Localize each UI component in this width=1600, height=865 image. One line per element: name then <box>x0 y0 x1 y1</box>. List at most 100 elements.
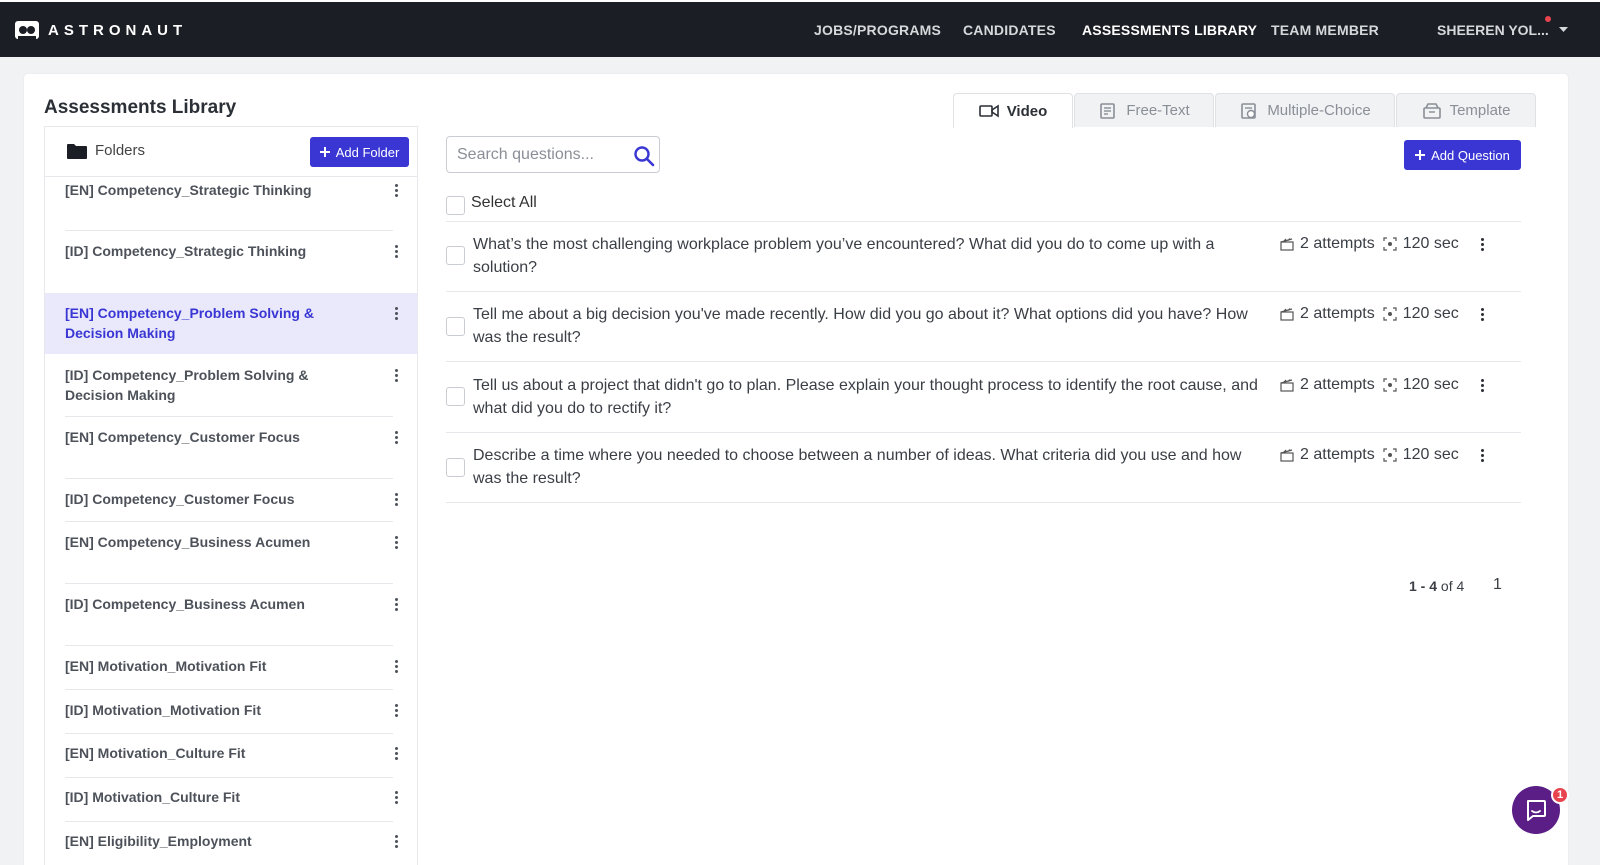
chat-unread-badge: 1 <box>1551 786 1569 804</box>
folder-item-selected[interactable]: [EN] Competency_Problem Solving & Decisi… <box>45 293 417 354</box>
kebab-menu-icon[interactable] <box>388 787 404 807</box>
attempts-icon <box>1280 238 1294 251</box>
question-text[interactable]: Tell me about a big decision you've made… <box>473 303 1273 349</box>
folders-label: Folders <box>67 142 145 159</box>
folder-name: [EN] Competency_Business Acumen <box>65 534 311 550</box>
kebab-menu-icon[interactable] <box>388 303 404 323</box>
search-box <box>446 136 660 173</box>
question-checkbox[interactable] <box>446 317 465 336</box>
brand-logo[interactable]: ASTRONAUT <box>14 19 187 41</box>
brand-name: ASTRONAUT <box>48 21 188 39</box>
folder-name: [EN] Motivation_Motivation Fit <box>65 658 267 674</box>
tab-template[interactable]: Template <box>1396 93 1536 127</box>
multiple-choice-icon <box>1241 102 1257 119</box>
question-checkbox[interactable] <box>446 246 465 265</box>
tab-multiple-choice[interactable]: Multiple-Choice <box>1215 93 1395 127</box>
kebab-menu-icon[interactable] <box>1476 446 1488 464</box>
add-question-button[interactable]: Add Question <box>1404 140 1521 170</box>
question-text[interactable]: What’s the most challenging workplace pr… <box>473 233 1273 279</box>
kebab-menu-icon[interactable] <box>388 365 404 385</box>
kebab-menu-icon[interactable] <box>388 427 404 447</box>
folder-item[interactable]: [ID] Competency_Strategic Thinking <box>45 231 417 292</box>
timer-icon <box>1383 307 1397 321</box>
kebab-menu-icon[interactable] <box>1476 376 1488 394</box>
attempts-count: 2 attempts <box>1300 235 1375 252</box>
search-input[interactable] <box>457 144 627 166</box>
plus-icon <box>319 147 330 157</box>
folder-item[interactable]: [ID] Motivation_Motivation Fit <box>45 690 417 733</box>
folders-panel: Folders Add Folder [EN] Competency_Strat… <box>44 126 418 865</box>
question-text[interactable]: Tell us about a project that didn't go t… <box>473 374 1273 420</box>
folder-item[interactable]: [EN] Motivation_Culture Fit <box>45 734 417 777</box>
folder-name: [ID] Competency_Strategic Thinking <box>65 243 307 259</box>
folder-name: [ID] Competency_Customer Focus <box>65 491 295 507</box>
plus-icon <box>1415 150 1426 160</box>
kebab-menu-icon[interactable] <box>388 180 404 200</box>
folder-item[interactable]: [EN] Competency_Strategic Thinking <box>45 177 417 230</box>
duration: 120 sec <box>1402 446 1459 463</box>
user-menu[interactable]: SHEEREN YOL... <box>1437 2 1568 57</box>
tab-free-text[interactable]: Free-Text <box>1074 93 1214 127</box>
nav-team-member[interactable]: TEAM MEMBER <box>1271 2 1379 57</box>
page-number-button[interactable]: 1 <box>1493 576 1502 594</box>
folder-item[interactable]: [ID] Competency_Problem Solving & Decisi… <box>45 354 417 416</box>
tab-video[interactable]: Video <box>953 93 1073 128</box>
template-icon <box>1422 102 1441 119</box>
attempts-count: 2 attempts <box>1300 305 1375 322</box>
folder-item[interactable]: [EN] Competency_Business Acumen <box>45 522 417 583</box>
kebab-menu-icon[interactable] <box>388 656 404 676</box>
nav-jobs-programs[interactable]: JOBS/PROGRAMS <box>814 2 941 57</box>
folder-item[interactable]: [ID] Competency_Business Acumen <box>45 584 417 645</box>
kebab-menu-icon[interactable] <box>388 532 404 552</box>
duration: 120 sec <box>1402 305 1459 322</box>
folder-name: [EN] Competency_Customer Focus <box>65 429 300 445</box>
kebab-menu-icon[interactable] <box>1476 235 1488 253</box>
kebab-menu-icon[interactable] <box>388 241 404 261</box>
timer-icon <box>1383 237 1397 251</box>
kebab-menu-icon[interactable] <box>388 743 404 763</box>
add-folder-label: Add Folder <box>335 144 400 160</box>
folder-name: [EN] Eligibility_Employment <box>65 833 252 849</box>
folder-name: [EN] Competency_Strategic Thinking <box>65 182 312 198</box>
question-checkbox[interactable] <box>446 387 465 406</box>
folder-item[interactable]: [ID] Competency_Customer Focus <box>45 479 417 521</box>
attempts-count: 2 attempts <box>1300 446 1375 463</box>
search-icon[interactable] <box>633 145 655 167</box>
attempts-icon <box>1280 379 1294 392</box>
question-checkbox[interactable] <box>446 458 465 477</box>
tab-label: Free-Text <box>1126 102 1190 119</box>
folders-header: Folders Add Folder <box>45 127 417 177</box>
folder-item[interactable]: [EN] Eligibility_Employment <box>45 822 417 865</box>
folder-name: [EN] Motivation_Culture Fit <box>65 745 246 761</box>
duration: 120 sec <box>1402 376 1459 393</box>
video-camera-icon <box>978 104 999 118</box>
kebab-menu-icon[interactable] <box>388 489 404 509</box>
folder-name: [EN] Competency_Problem Solving & Decisi… <box>65 305 314 341</box>
folder-item[interactable]: [EN] Competency_Customer Focus <box>45 417 417 478</box>
folder-item[interactable]: [EN] Motivation_Motivation Fit <box>45 646 417 689</box>
kebab-menu-icon[interactable] <box>1476 305 1488 323</box>
nav-candidates[interactable]: CANDIDATES <box>963 2 1056 57</box>
kebab-menu-icon[interactable] <box>388 700 404 720</box>
pagination-range: 1 - 4 <box>1409 578 1438 594</box>
folder-name: [ID] Motivation_Culture Fit <box>65 789 240 805</box>
kebab-menu-icon[interactable] <box>388 594 404 614</box>
question-text[interactable]: Describe a time where you needed to choo… <box>473 444 1273 490</box>
attempts-icon <box>1280 308 1294 321</box>
folders-title: Folders <box>95 142 146 159</box>
free-text-icon <box>1100 102 1116 119</box>
nav-assessments-library[interactable]: ASSESSMENTS LIBRARY <box>1082 2 1257 57</box>
top-navigation-bar: ASTRONAUT JOBS/PROGRAMS CANDIDATES ASSES… <box>0 0 1600 57</box>
pagination-summary: 1 - 4 of 4 <box>1409 578 1464 594</box>
select-all-checkbox[interactable] <box>446 196 465 215</box>
chat-bubble-icon <box>1527 800 1546 821</box>
page-title: Assessments Library <box>44 97 237 118</box>
attempts-icon <box>1280 449 1294 462</box>
notification-dot <box>1545 16 1551 22</box>
kebab-menu-icon[interactable] <box>388 831 404 851</box>
folder-item[interactable]: [ID] Motivation_Culture Fit <box>45 778 417 821</box>
question-meta: 2 attempts 120 sec <box>1280 305 1459 323</box>
add-folder-button[interactable]: Add Folder <box>310 137 409 167</box>
duration: 120 sec <box>1402 235 1459 252</box>
divider <box>446 361 1521 362</box>
